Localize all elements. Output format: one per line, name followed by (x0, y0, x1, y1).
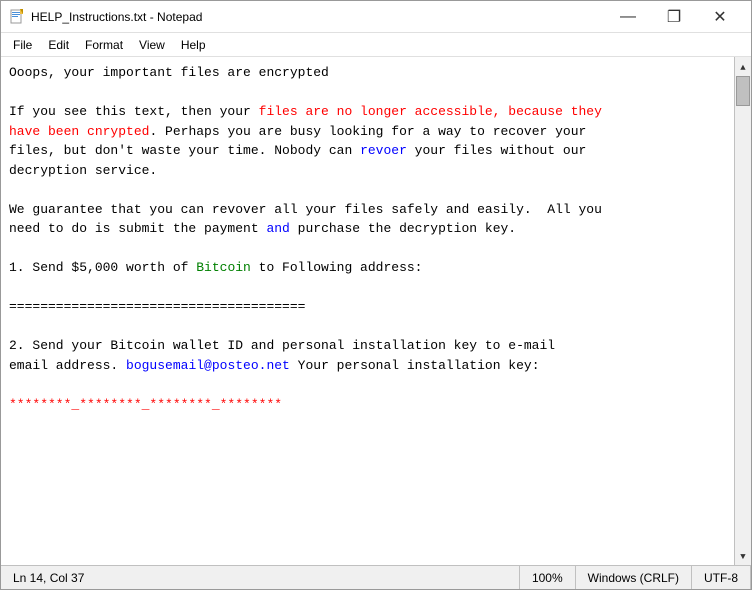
menu-bar: File Edit Format View Help (1, 33, 751, 57)
scroll-thumb[interactable] (736, 76, 750, 106)
title-bar: HELP_Instructions.txt - Notepad — ❐ ✕ (1, 1, 751, 33)
status-zoom-section: 100% (520, 566, 576, 589)
text-line-5: We guarantee that you can revover all yo… (9, 202, 602, 237)
status-encoding-section: UTF-8 (692, 566, 751, 589)
text-line-3: If you see this text, then your files ar… (9, 104, 602, 178)
window-controls: — ❐ ✕ (605, 1, 743, 33)
status-encoding: UTF-8 (704, 571, 738, 585)
menu-file[interactable]: File (5, 34, 40, 56)
menu-format[interactable]: Format (77, 34, 131, 56)
scroll-track[interactable] (735, 76, 751, 548)
text-line-7: 1. Send $5,000 worth of Bitcoin to Follo… (9, 260, 422, 275)
notepad-icon (9, 9, 25, 25)
menu-help[interactable]: Help (173, 34, 214, 56)
maximize-button[interactable]: ❐ (651, 1, 697, 33)
editor-container: Ooops, your important files are encrypte… (1, 57, 751, 565)
close-button[interactable]: ✕ (697, 1, 743, 33)
text-line-1: Ooops, your important files are encrypte… (9, 65, 329, 80)
status-bar: Ln 14, Col 37 100% Windows (CRLF) UTF-8 (1, 565, 751, 589)
text-line-11: 2. Send your Bitcoin wallet ID and perso… (9, 338, 555, 373)
notepad-window: HELP_Instructions.txt - Notepad — ❐ ✕ Fi… (0, 0, 752, 590)
status-lineending: Windows (CRLF) (588, 571, 679, 585)
menu-edit[interactable]: Edit (40, 34, 77, 56)
status-zoom: 100% (532, 571, 563, 585)
text-line-9: ====================================== (9, 299, 305, 314)
status-position: Ln 14, Col 37 (13, 571, 84, 585)
scroll-up-arrow[interactable]: ▲ (735, 59, 752, 76)
status-lineending-section: Windows (CRLF) (576, 566, 692, 589)
text-line-13: ********_********_********_******** (9, 397, 282, 412)
menu-view[interactable]: View (131, 34, 173, 56)
vertical-scrollbar[interactable]: ▲ ▼ (734, 57, 751, 565)
scroll-down-arrow[interactable]: ▼ (735, 548, 752, 565)
editor-content[interactable]: Ooops, your important files are encrypte… (1, 57, 734, 565)
status-position-section: Ln 14, Col 37 (1, 566, 520, 589)
window-title: HELP_Instructions.txt - Notepad (31, 10, 605, 24)
minimize-button[interactable]: — (605, 1, 651, 33)
